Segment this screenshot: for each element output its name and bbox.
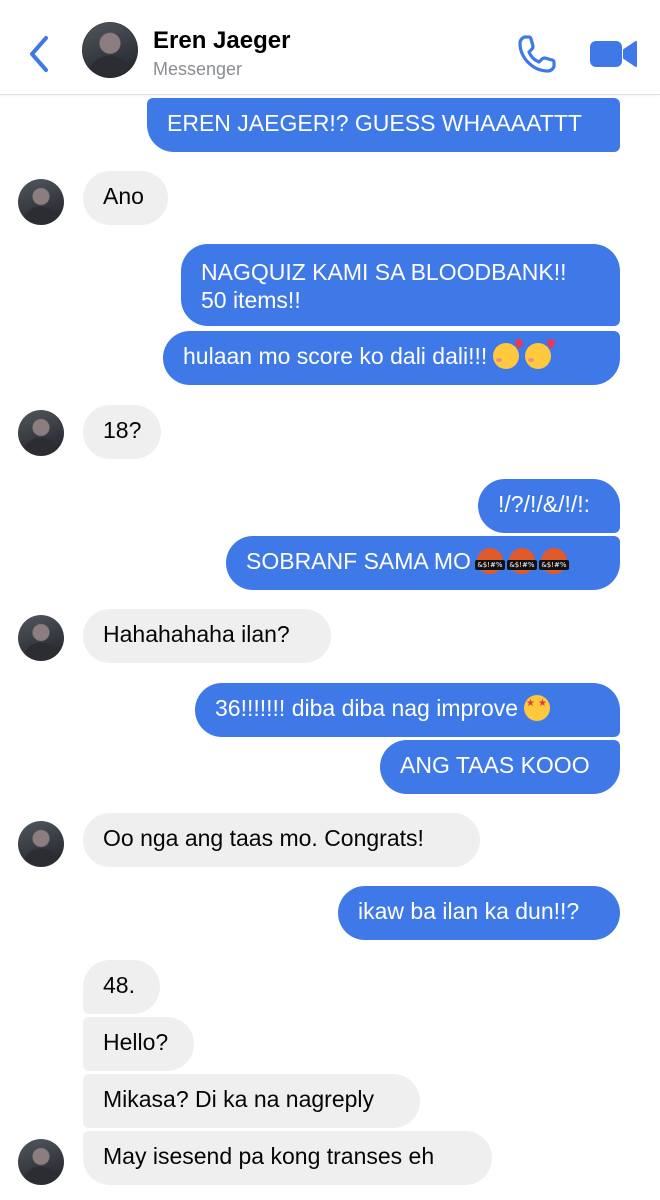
video-call-icon[interactable] [588,36,638,72]
back-chevron-icon[interactable] [24,34,54,74]
smiling-face-with-hearts-icon [493,343,520,369]
face-with-symbols-icon [538,548,569,574]
contact-avatar-small[interactable] [18,410,64,456]
message-bubble-outgoing[interactable]: !/?/!/&/!/!: [478,479,620,533]
message-bubble-incoming[interactable]: Hahahahaha ilan? [83,609,331,663]
contact-avatar-small[interactable] [18,179,64,225]
message-bubble-outgoing[interactable]: ANG TAAS KOOO [380,740,620,794]
message-bubble-outgoing[interactable]: NAGQUIZ KAMI SA BLOODBANK!! 50 items!! [181,244,620,326]
message-bubble-outgoing[interactable]: EREN JAEGER!? GUESS WHAAAATTT [147,98,620,152]
star-struck-icon [524,695,551,721]
message-bubble-incoming[interactable]: Hello? [83,1017,194,1071]
message-text: 48. [103,972,135,998]
contact-name[interactable]: Eren Jaeger [153,27,290,55]
message-text: !/?/!/&/!/!: [498,491,591,517]
phone-icon[interactable] [516,33,558,75]
message-text: 50 items!! [201,287,301,313]
message-text: 18? [103,417,142,443]
message-bubble-outgoing[interactable]: hulaan mo score ko dali dali!!! [163,331,620,385]
message-text: ANG TAAS KOOO [400,752,590,778]
contact-subtitle: Messenger [153,59,243,79]
message-bubble-outgoing[interactable]: SOBRANF SAMA MO [226,536,620,590]
message-bubble-outgoing[interactable]: ikaw ba ilan ka dun!!? [338,886,620,940]
contact-avatar-small[interactable] [18,615,64,661]
message-text: hulaan mo score ko dali dali!!! [183,343,488,369]
message-text: NAGQUIZ KAMI SA BLOODBANK!! [201,259,567,285]
message-bubble-incoming[interactable]: Oo nga ang taas mo. Congrats! [83,813,480,867]
message-bubble-incoming[interactable]: Ano [83,171,168,225]
message-text: Mikasa? Di ka na nagreply [103,1086,375,1112]
message-text: Ano [103,183,144,209]
message-text: ikaw ba ilan ka dun!!? [358,898,580,924]
message-text: EREN JAEGER!? GUESS WHAAAATTT [167,110,582,136]
face-with-symbols-icon [474,548,505,574]
smiling-face-with-hearts-icon [525,343,552,369]
message-bubble-incoming[interactable]: 18? [83,405,161,459]
contact-avatar-small[interactable] [18,1139,64,1185]
message-text: 36!!!!!!! diba diba nag improve [215,695,519,721]
message-bubble-incoming[interactable]: Mikasa? Di ka na nagreply [83,1074,420,1128]
message-text: May isesend pa kong transes eh [103,1143,435,1169]
contact-avatar-small[interactable] [18,821,64,867]
message-bubble-incoming[interactable]: May isesend pa kong transes eh [83,1131,492,1185]
face-with-symbols-icon [506,548,537,574]
message-text: Oo nga ang taas mo. Congrats! [103,825,424,851]
message-text: Hahahahaha ilan? [103,621,290,647]
chat-header: Eren Jaeger Messenger [0,0,660,95]
message-text: Hello? [103,1029,169,1055]
contact-avatar[interactable] [82,22,138,78]
message-bubble-outgoing[interactable]: 36!!!!!!! diba diba nag improve [195,683,620,737]
message-text: SOBRANF SAMA MO [246,548,471,574]
message-bubble-incoming[interactable]: 48. [83,960,160,1014]
